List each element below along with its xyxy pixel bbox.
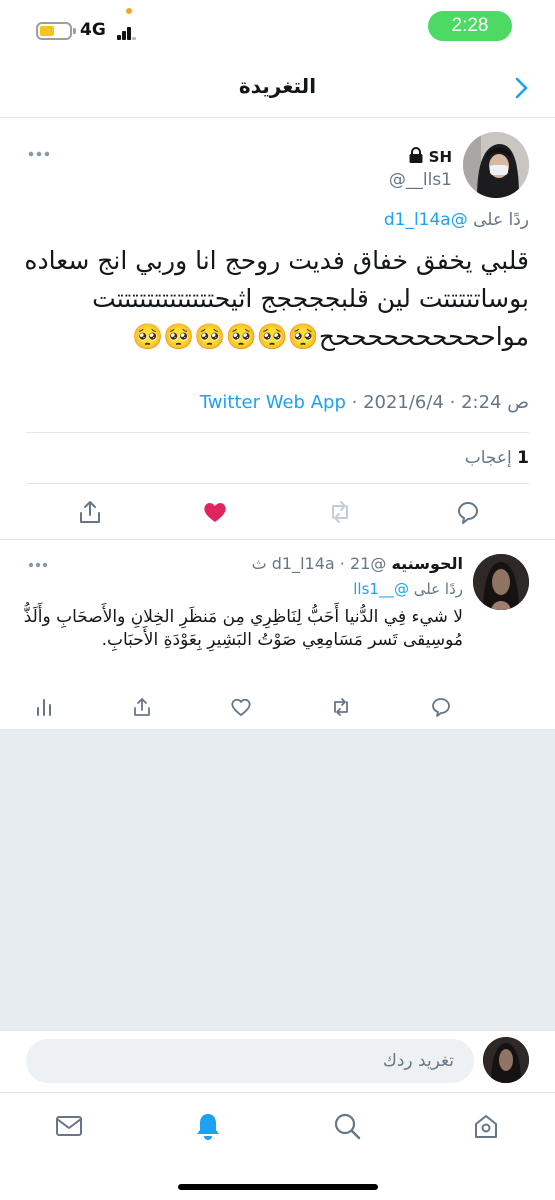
reply-text: لا شيء فِي الدُّنيا أَحَبُّ لِنَاظِرِي م… <box>23 607 463 650</box>
tweet-time: ص 2:24 <box>461 392 529 413</box>
meta-separator: · <box>351 392 364 413</box>
reply-header: الحوسنيه @d1_l14a · 21 ث <box>252 554 463 573</box>
page-title: التغريدة <box>238 74 317 98</box>
reply-input[interactable]: تغريد ردك <box>26 1039 474 1083</box>
focused-tweet: SH @__lls1 ردًا على @d1_l14a قلبي يخفق خ… <box>0 118 555 540</box>
app-header: التغريدة <box>0 60 555 118</box>
likes-count-link[interactable]: 1 إعجاب <box>465 448 529 468</box>
lock-icon <box>409 147 423 163</box>
share-icon[interactable] <box>131 696 153 718</box>
battery-icon <box>36 22 76 40</box>
author-name[interactable]: SH <box>429 148 452 166</box>
status-time: 2:28 <box>428 11 512 41</box>
current-user-avatar <box>483 1037 529 1083</box>
tweet-meta: Twitter Web App · ص 2:24 · 2021/6/4 <box>200 392 529 413</box>
tweet-date: 2021/6/4 <box>363 392 444 413</box>
retweet-icon[interactable] <box>330 696 352 718</box>
divider <box>26 483 529 484</box>
reply-author-name[interactable]: الحوسنيه <box>391 554 463 573</box>
heart-icon[interactable] <box>201 498 229 526</box>
tweet-text: قلبي يخفق خفاق فديت روحج انا وربي انج سع… <box>24 246 529 351</box>
status-bar: 4G 2:28 <box>0 0 555 60</box>
home-indicator <box>178 1184 378 1190</box>
reply-prefix: ردًا على <box>473 210 529 230</box>
empty-area <box>0 730 555 1030</box>
retweet-icon[interactable] <box>326 498 354 526</box>
replying-to: ردًا على @d1_l14a <box>384 210 529 230</box>
messages-icon[interactable] <box>54 1111 84 1141</box>
reply-mention-link[interactable]: @__lls1 <box>353 580 409 598</box>
signal-icon <box>117 24 137 40</box>
share-icon[interactable] <box>76 498 104 526</box>
privacy-indicator-dot <box>126 8 132 14</box>
more-options-icon[interactable] <box>28 151 50 157</box>
meta-separator: · <box>339 554 345 573</box>
reply-icon[interactable] <box>430 696 452 718</box>
notifications-icon[interactable] <box>193 1111 223 1141</box>
replying-to: ردًا على @__lls1 <box>353 580 463 598</box>
home-icon[interactable] <box>471 1111 501 1141</box>
author-handle[interactable]: @__lls1 <box>389 170 452 190</box>
chevron-right-icon[interactable] <box>509 76 533 100</box>
search-icon[interactable] <box>332 1111 362 1141</box>
reply-prefix: ردًا على <box>413 580 463 598</box>
divider <box>26 432 529 433</box>
reply-author-avatar[interactable] <box>473 554 529 610</box>
reply-author-handle[interactable]: @d1_l14a <box>272 554 387 573</box>
likes-count: 1 <box>517 448 529 468</box>
reply-tweet[interactable]: الحوسنيه @d1_l14a · 21 ث ردًا على @__lls… <box>0 540 555 730</box>
tab-bar <box>0 1092 555 1200</box>
analytics-icon[interactable] <box>33 696 55 718</box>
reply-icon[interactable] <box>454 498 482 526</box>
author-avatar[interactable] <box>463 132 529 198</box>
tweet-source-link[interactable]: Twitter Web App <box>200 392 346 413</box>
more-options-icon[interactable] <box>28 562 48 568</box>
reply-mention-link[interactable]: @d1_l14a <box>384 210 468 230</box>
compose-bar: تغريد ردك <box>0 1030 555 1092</box>
meta-separator: · <box>443 392 456 413</box>
likes-label: إعجاب <box>464 448 512 468</box>
network-type: 4G <box>80 20 106 40</box>
heart-icon[interactable] <box>230 696 252 718</box>
